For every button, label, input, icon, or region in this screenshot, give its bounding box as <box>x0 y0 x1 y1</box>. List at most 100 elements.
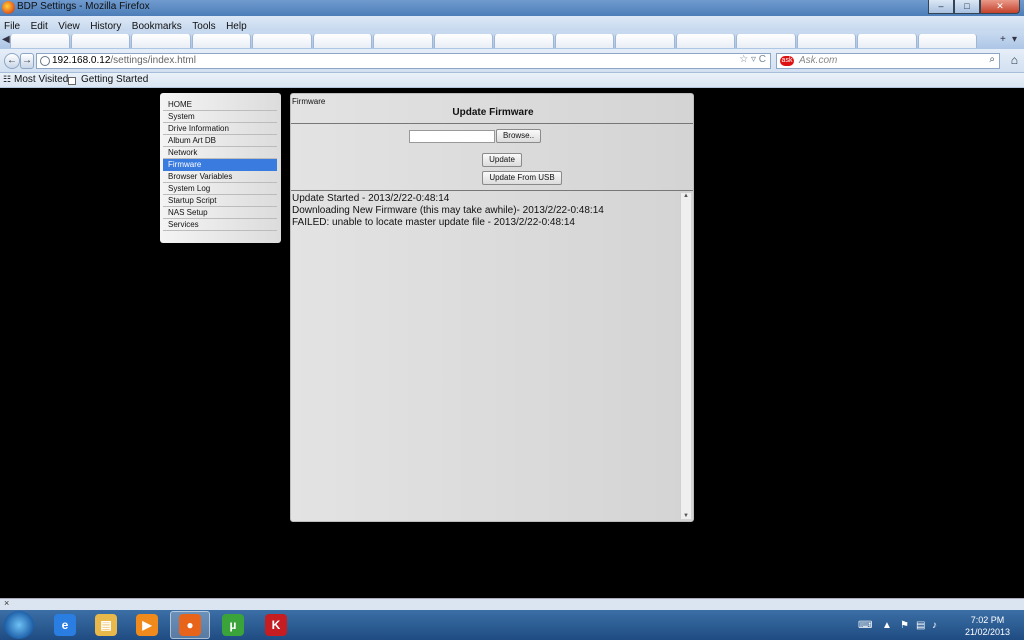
page-title: Update Firmware <box>452 107 534 118</box>
firefox-icon: ● <box>179 614 201 636</box>
sidebar-item-services[interactable]: Services <box>163 219 277 231</box>
tab-scroll-left-icon[interactable]: ◀ <box>2 34 10 45</box>
tab[interactable] <box>917 34 977 48</box>
update-button[interactable]: Update <box>482 153 522 167</box>
sidebar-item-startup-script[interactable]: Startup Script <box>163 195 277 207</box>
page-icon <box>68 77 76 85</box>
sidebar-item-home[interactable]: HOME <box>163 99 277 111</box>
settings-menu: HOME System Drive Information Album Art … <box>160 93 281 243</box>
firefox-logo-icon <box>2 1 15 14</box>
url-host: 192.168.0.12 <box>52 55 111 66</box>
ie-icon: e <box>54 614 76 636</box>
scroll-down-icon[interactable]: ▼ <box>681 513 691 519</box>
kaspersky-icon: K <box>265 614 287 636</box>
tab[interactable] <box>191 34 251 48</box>
page-content: HOME System Drive Information Album Art … <box>0 89 1024 598</box>
taskbar-item-kaspersky[interactable]: K <box>256 611 296 639</box>
search-placeholder: Ask.com <box>799 55 838 66</box>
sidebar-item-album-art-db[interactable]: Album Art DB <box>163 135 277 147</box>
forward-button[interactable]: → <box>20 53 34 69</box>
home-icon[interactable]: ⌂ <box>1011 53 1018 67</box>
divider <box>291 190 693 191</box>
search-bar[interactable]: ask Ask.com ⌕ <box>776 53 1000 69</box>
taskbar-item-ie[interactable]: e <box>45 611 85 639</box>
tab[interactable] <box>70 34 130 48</box>
bookmarks-toolbar: ☷ Most Visited Getting Started <box>0 73 1024 88</box>
update-from-usb-button[interactable]: Update From USB <box>482 171 562 185</box>
tab[interactable] <box>736 34 796 48</box>
sidebar-item-browser-variables[interactable]: Browser Variables <box>163 171 277 183</box>
firmware-file-input[interactable] <box>409 130 495 143</box>
tab[interactable] <box>494 34 554 48</box>
bookmark-star-icon[interactable]: ☆ ▿ C <box>739 54 766 65</box>
log-line: Update Started - 2013/2/22-0:48:14 <box>292 193 450 204</box>
tab[interactable] <box>796 34 856 48</box>
bookmark-most-visited[interactable]: Most Visited <box>14 74 68 85</box>
title-bar: BDP Settings - Mozilla Firefox – □ ✕ <box>0 0 1024 16</box>
taskbar-item-utorrent[interactable]: µ <box>213 611 253 639</box>
tab[interactable] <box>312 34 372 48</box>
action-center-flag-icon[interactable]: ⚑ <box>900 620 909 631</box>
update-log: Update Started - 2013/2/22-0:48:14 Downl… <box>292 193 680 518</box>
firmware-panel: Firmware Update Firmware Browse.. Update… <box>290 93 694 522</box>
utorrent-icon: µ <box>222 614 244 636</box>
close-findbar-icon[interactable]: × <box>4 598 9 608</box>
volume-icon[interactable]: ♪ <box>932 620 937 631</box>
show-hidden-icons-icon[interactable]: ▲ <box>882 620 892 631</box>
window-title: BDP Settings - Mozilla Firefox <box>17 1 150 12</box>
breadcrumb: Firmware <box>292 97 326 106</box>
minimize-button[interactable]: – <box>928 0 954 14</box>
start-button[interactable] <box>4 611 34 639</box>
network-icon[interactable]: ▤ <box>916 620 925 631</box>
back-button[interactable]: ← <box>4 53 20 69</box>
bookmark-getting-started[interactable]: Getting Started <box>81 74 148 85</box>
system-tray: ⌨ ▲ ⚑ ▤ ♪ 7:02 PM 21/02/2013 <box>848 610 1024 640</box>
sidebar-item-network[interactable]: Network <box>163 147 277 159</box>
tab[interactable] <box>373 34 433 48</box>
tab[interactable] <box>554 34 614 48</box>
tab-list-icon[interactable]: ▾ <box>1012 34 1017 45</box>
window-controls: – □ ✕ <box>928 0 1020 14</box>
sidebar-item-system[interactable]: System <box>163 111 277 123</box>
tab[interactable] <box>252 34 312 48</box>
tab[interactable] <box>10 34 70 48</box>
tab[interactable] <box>857 34 917 48</box>
close-button[interactable]: ✕ <box>980 0 1020 14</box>
search-icon[interactable]: ⌕ <box>989 54 995 65</box>
taskbar: e ▤ ▶ ● µ K ⌨ ▲ ⚑ ▤ ♪ 7:02 PM 21/02/2013 <box>0 610 1024 640</box>
globe-icon <box>40 56 50 66</box>
navigation-bar: ← → 192.168.0.12/settings/index.html ☆ ▿… <box>0 49 1024 73</box>
sidebar-item-firmware[interactable]: Firmware <box>163 159 277 171</box>
tab[interactable] <box>131 34 191 48</box>
url-text: 192.168.0.12/settings/index.html <box>52 55 196 66</box>
media-player-icon: ▶ <box>136 614 158 636</box>
browse-button[interactable]: Browse.. <box>496 129 541 143</box>
sidebar-item-system-log[interactable]: System Log <box>163 183 277 195</box>
clock-time: 7:02 PM <box>970 615 1005 625</box>
taskbar-item-explorer[interactable]: ▤ <box>86 611 126 639</box>
log-line: FAILED: unable to locate master update f… <box>292 217 575 228</box>
tab[interactable] <box>615 34 675 48</box>
sidebar-item-drive-information[interactable]: Drive Information <box>163 123 277 135</box>
log-scrollbar[interactable]: ▲ ▼ <box>680 193 691 519</box>
keyboard-icon[interactable]: ⌨ <box>858 620 872 631</box>
ask-engine-icon[interactable]: ask <box>780 56 794 66</box>
clock[interactable]: 7:02 PM 21/02/2013 <box>965 614 1010 638</box>
sidebar-item-nas-setup[interactable]: NAS Setup <box>163 207 277 219</box>
url-bar[interactable]: 192.168.0.12/settings/index.html ☆ ▿ C <box>36 53 771 69</box>
tab[interactable] <box>675 34 735 48</box>
log-line: Downloading New Firmware (this may take … <box>292 205 604 216</box>
tab[interactable] <box>433 34 493 48</box>
url-path: /settings/index.html <box>110 55 196 66</box>
taskbar-item-firefox[interactable]: ● <box>170 611 210 639</box>
maximize-button[interactable]: □ <box>954 0 980 14</box>
explorer-icon: ▤ <box>95 614 117 636</box>
scroll-up-icon[interactable]: ▲ <box>681 193 691 199</box>
taskbar-item-media-player[interactable]: ▶ <box>127 611 167 639</box>
tab-strip <box>10 34 978 48</box>
find-bar: × <box>0 598 1024 610</box>
divider <box>291 123 693 124</box>
menu-bar: File Edit View History Bookmarks Tools H… <box>0 16 1024 32</box>
new-tab-icon[interactable]: + <box>1000 34 1006 45</box>
tab-bar: ◀ + ▾ <box>0 31 1024 49</box>
